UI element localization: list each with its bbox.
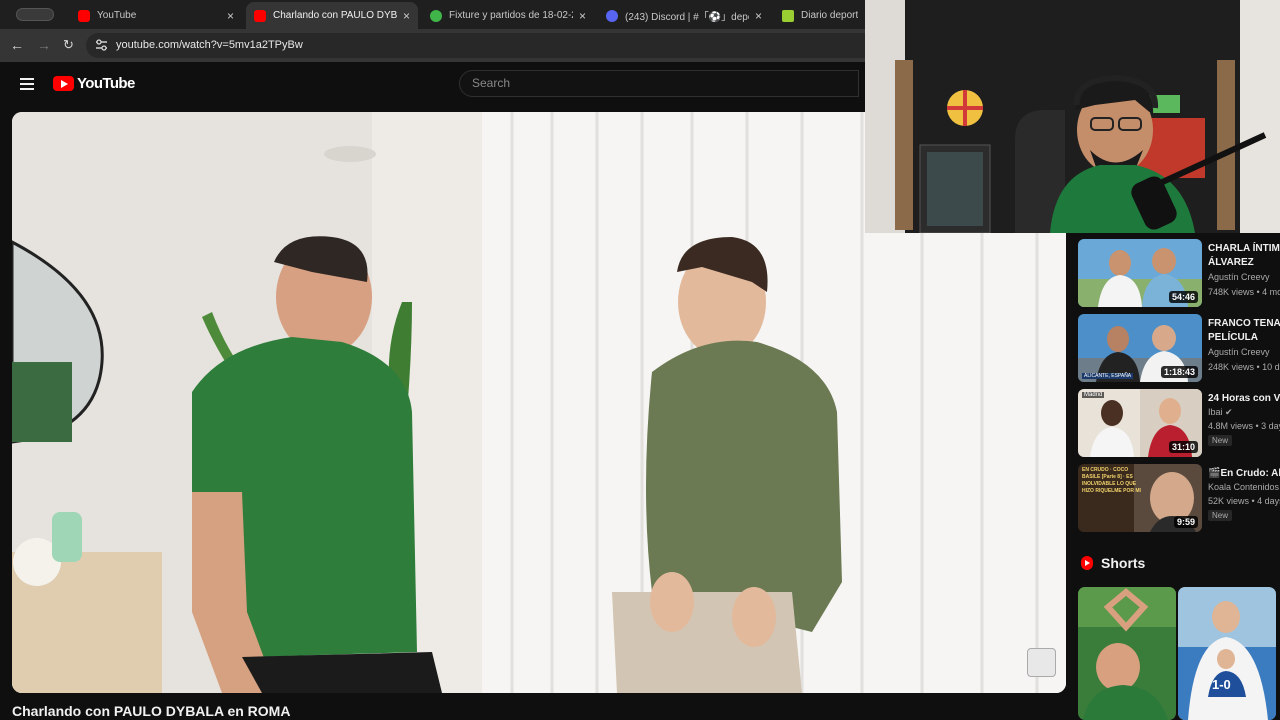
window-controls[interactable] [16,8,54,21]
forward-arrow-icon[interactable]: → [37,37,51,53]
site-settings-icon[interactable] [95,39,108,51]
tab-title: (243) Discord | #「⚽」depo [625,12,749,23]
tab-title: Charlando con PAULO DYBALA [273,10,397,21]
channel-name[interactable]: Ibai ✔ [1208,407,1233,418]
video-duration: 1:18:43 [1160,366,1198,378]
video-title[interactable]: 24 Horas con V [1208,392,1280,406]
channel-watermark-avatar[interactable] [1027,648,1056,677]
video-title[interactable]: CHARLA ÍNTIM ÁLVAREZ [1208,242,1280,270]
screen: YouTube × Charlando con PAULO DYBALA × F… [0,0,1280,720]
channel-name[interactable]: Agustín Creevy [1208,272,1270,282]
tab-diario[interactable]: Diario deportivo [774,2,866,29]
related-video-item[interactable]: EN CRUDO · COCO BASILE [Parte 8] · ES IN… [1078,464,1280,532]
thumbnail-location-tag: Madrid [1082,392,1105,398]
close-tab-icon[interactable]: × [755,9,762,23]
channel-name[interactable]: Koala Contenidos [1208,482,1279,492]
search-input[interactable]: Search [459,70,859,97]
back-arrow-icon[interactable]: ← [10,37,24,53]
short-thumbnail[interactable] [1078,587,1176,720]
new-badge: New [1208,435,1233,446]
hamburger-menu-icon[interactable] [20,78,34,90]
related-video-item[interactable]: 54:46 CHARLA ÍNTIM ÁLVAREZ Agustín Creev… [1078,239,1280,307]
streamer-webcam-overlay [865,0,1280,233]
video-title[interactable]: 🎬En Crudo: Alf [1208,467,1280,481]
related-video-item[interactable]: Madrid 31:10 24 Horas con V Ibai ✔ 4.8M … [1078,389,1280,457]
address-url[interactable]: youtube.com/watch?v=5mv1a2TPyBw [116,39,303,51]
close-tab-icon[interactable]: × [579,9,586,23]
discord-icon [606,9,618,22]
video-title[interactable]: FRANCO TENAC PELÍCULA [1208,317,1280,345]
short-thumbnail[interactable]: 1-0 [1178,587,1276,720]
video-thumbnail[interactable]: ALICANTE, ESPAÑA 1:18:43 [1078,314,1202,382]
tab-title: Diario deportivo [801,10,858,21]
thumbnail-caption: EN CRUDO · COCO BASILE [Parte 8] · ES IN… [1082,467,1141,494]
soccer-ball-icon [430,9,442,22]
video-thumbnail[interactable]: EN CRUDO · COCO BASILE [Parte 8] · ES IN… [1078,464,1202,532]
tab-title: Fixture y partidos de 18-02-2 [449,10,573,21]
shorts-heading: Shorts [1101,555,1146,571]
related-video-item[interactable]: ALICANTE, ESPAÑA 1:18:43 FRANCO TENAC PE… [1078,314,1280,382]
tab-fixture[interactable]: Fixture y partidos de 18-02-2 × [422,2,594,29]
webcam-frame [865,0,1280,233]
tab-youtube[interactable]: YouTube × [70,2,242,29]
diario-favicon-icon [782,9,794,22]
video-meta: 248K views • 10 d [1208,362,1280,372]
new-badge: New [1208,510,1233,521]
video-meta: 52K views • 4 days [1208,496,1280,506]
thumbnail-location-tag: ALICANTE, ESPAÑA [1082,373,1134,379]
youtube-favicon-icon [78,9,90,22]
channel-name[interactable]: Agustín Creevy [1208,347,1270,357]
youtube-logo-text[interactable]: YouTube [77,75,135,92]
video-thumbnail[interactable]: 54:46 [1078,239,1202,307]
youtube-logo-icon[interactable] [53,76,74,91]
tab-title: YouTube [97,10,137,21]
video-meta: 748K views • 4 mo [1208,287,1280,297]
tab-charlando[interactable]: Charlando con PAULO DYBALA × [246,2,418,29]
video-duration: 9:59 [1173,516,1198,528]
youtube-favicon-icon [254,9,266,22]
video-title: Charlando con PAULO DYBALA en ROMA [12,703,291,719]
close-tab-icon[interactable]: × [403,9,410,23]
shorts-icon [1081,556,1093,570]
short-overlay-text: 1-0 [1212,677,1231,692]
video-duration: 31:10 [1168,441,1198,453]
video-meta: 4.8M views • 3 day [1208,421,1280,431]
video-duration: 54:46 [1168,291,1198,303]
reload-icon[interactable]: ↻ [63,37,74,53]
tab-discord[interactable]: (243) Discord | #「⚽」depo × [598,2,770,29]
close-tab-icon[interactable]: × [227,9,234,23]
video-thumbnail[interactable]: Madrid 31:10 [1078,389,1202,457]
